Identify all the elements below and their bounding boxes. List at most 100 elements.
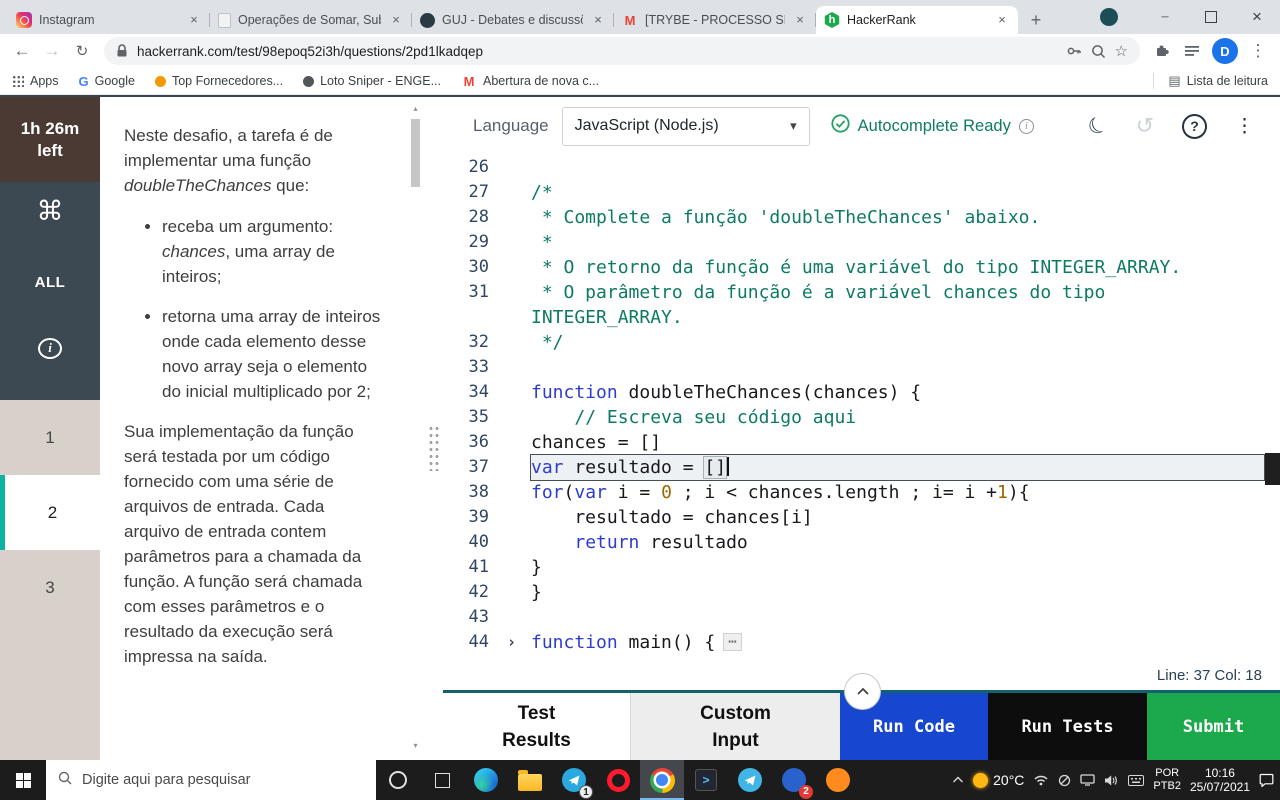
new-tab-button[interactable] [1022,6,1050,34]
editor-scroll-thumb[interactable] [1265,453,1280,485]
code-line[interactable]: 42} [443,580,1280,605]
minimize-button[interactable] [1142,0,1188,34]
code-line[interactable]: 34function doubleTheChances(chances) { [443,380,1280,405]
tab-close-icon[interactable] [388,12,404,28]
do-not-disturb-icon[interactable] [1058,774,1071,787]
code-line[interactable]: INTEGER_ARRAY. [443,305,1280,330]
code-line[interactable]: 31 * O parâmetro da função é a variável … [443,280,1280,305]
panel-resize-handle[interactable] [428,425,440,471]
task-view-button[interactable] [420,760,464,800]
bookmark-google[interactable]: Google [79,74,135,89]
browser-tab-instagram[interactable]: Instagram [8,6,210,34]
collapse-panel-button[interactable] [844,673,881,710]
maximize-button[interactable] [1188,0,1234,34]
dark-mode-icon[interactable] [1083,110,1113,142]
tab-test-results[interactable]: Test Results [443,693,630,760]
code-line[interactable]: 40 return resultado [443,530,1280,555]
command-icon[interactable] [37,196,64,227]
keyboard-icon[interactable] [1128,775,1144,786]
tab-custom-input[interactable]: Custom Input [630,693,840,760]
start-button[interactable] [0,760,46,800]
browser-tab-hackerrank[interactable]: HackerRank [816,6,1018,34]
code-editor[interactable]: 2627/*28 * Complete a função 'doubleTheC… [443,155,1280,660]
monitor-icon[interactable] [1080,774,1095,786]
taskbar-search-input[interactable] [82,772,364,788]
code-line[interactable]: 38for(var i = 0 ; i < chances.length ; i… [443,480,1280,505]
browser-circle-extension-icon[interactable] [1100,8,1118,26]
code-line[interactable]: 33 [443,355,1280,380]
close-window-button[interactable] [1234,0,1280,34]
tab-close-icon[interactable] [186,12,202,28]
clock[interactable]: 10:16 25/07/2021 [1190,766,1250,794]
sidebar-all-button[interactable]: ALL [35,268,66,297]
back-button[interactable] [8,37,36,65]
address-bar[interactable]: hackerrank.com/test/98epoq52i3h/question… [104,37,1140,65]
code-line[interactable]: 35 // Escreva seu código aqui [443,405,1280,430]
help-icon[interactable] [1182,114,1207,139]
code-line[interactable]: 29 * [443,230,1280,255]
apps-shortcut[interactable]: Apps [12,74,59,88]
fold-chevron-icon[interactable]: › [507,630,516,655]
key-icon[interactable] [1066,43,1082,59]
forward-button[interactable] [38,37,66,65]
browser-tab-guj[interactable]: GUJ - Debates e discussõe [412,6,614,34]
tab-close-icon[interactable] [994,12,1010,28]
cortana-button[interactable] [376,760,420,800]
scroll-down-arrow-icon[interactable] [409,740,422,752]
submit-button[interactable]: Submit [1147,693,1280,760]
lock-icon[interactable] [116,44,128,58]
taskbar-app-explorer[interactable] [508,760,552,800]
code-line[interactable]: 28 * Complete a função 'doubleTheChances… [443,205,1280,230]
profile-avatar[interactable]: D [1212,38,1238,64]
bookmark-abertura[interactable]: Abertura de nova c... [461,73,599,89]
taskbar-app-chat[interactable]: 2 [772,760,816,800]
language-select[interactable]: JavaScript (Node.js) [562,107,810,146]
taskbar-app-telegram[interactable]: 1 [552,760,596,800]
taskbar-app-code[interactable] [684,760,728,800]
taskbar-app-opera[interactable] [596,760,640,800]
weather-widget[interactable]: 20°C [973,772,1024,788]
zoom-icon[interactable] [1091,44,1106,59]
tab-close-icon[interactable] [792,12,808,28]
browser-tab-gmail[interactable]: [TRYBE - PROCESSO SELET [614,6,816,34]
code-line[interactable]: 43 [443,605,1280,630]
code-line[interactable]: 44›function main() {⋯ [443,630,1280,655]
url-text[interactable]: hackerrank.com/test/98epoq52i3h/question… [137,44,1057,59]
info-icon-small[interactable] [1019,119,1034,134]
bookmark-top-fornecedores[interactable]: Top Fornecedores... [155,74,283,88]
extensions-puzzle-icon[interactable] [1148,37,1176,65]
code-line[interactable]: 37var resultado = [] [443,455,1280,480]
more-options-icon[interactable] [1235,115,1254,138]
taskbar-app-orange[interactable] [816,760,860,800]
taskbar-app-edge[interactable] [464,760,508,800]
run-tests-button[interactable]: Run Tests [988,693,1147,760]
reading-list-button[interactable]: Lista de leitura [1153,73,1268,89]
bookmark-loto-sniper[interactable]: Loto Sniper - ENGE... [303,74,441,88]
info-icon[interactable] [38,338,62,359]
browser-tab-operacoes[interactable]: Operações de Somar, Sub [210,6,412,34]
code-line[interactable]: 32 */ [443,330,1280,355]
question-nav-3[interactable]: 3 [0,550,100,625]
question-nav-1[interactable]: 1 [0,400,100,475]
bookmark-star-icon[interactable] [1115,42,1128,61]
question-nav-2[interactable]: 2 [0,475,100,550]
code-line[interactable]: 26 [443,155,1280,180]
volume-icon[interactable] [1104,774,1119,787]
code-line[interactable]: 30 * O retorno da função é uma variável … [443,255,1280,280]
hidden-icons-chevron-icon[interactable] [952,776,964,784]
taskbar-app-messenger[interactable] [728,760,772,800]
tab-close-icon[interactable] [590,12,606,28]
wifi-icon[interactable] [1033,774,1049,786]
code-line[interactable]: 27/* [443,180,1280,205]
scrollbar-thumb[interactable] [411,119,420,187]
code-line[interactable]: 36chances = [] [443,430,1280,455]
description-scrollbar[interactable] [409,103,422,752]
action-center-icon[interactable] [1259,773,1274,787]
lines-extension-icon[interactable] [1178,37,1206,65]
reset-history-icon[interactable] [1136,113,1154,139]
taskbar-app-chrome[interactable] [640,760,684,800]
browser-menu-icon[interactable] [1244,37,1272,65]
code-line[interactable]: 39 resultado = chances[i] [443,505,1280,530]
scroll-up-arrow-icon[interactable] [409,103,422,115]
taskbar-search[interactable] [46,760,376,800]
